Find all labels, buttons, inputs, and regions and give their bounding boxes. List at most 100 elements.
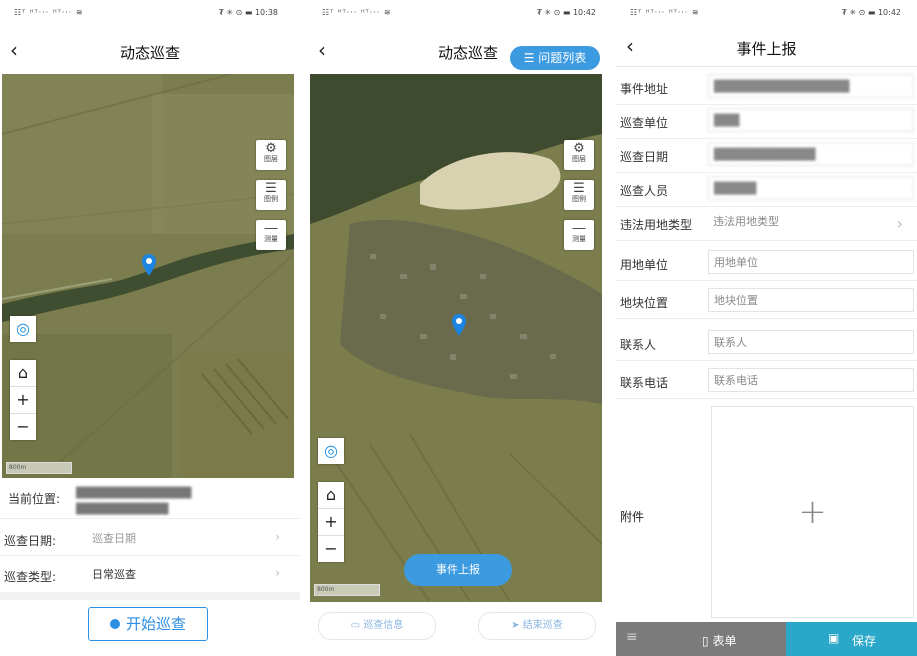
map-imagery <box>2 74 294 478</box>
locate-icon: ◎ <box>16 319 30 338</box>
layer-icon: ⚙ <box>265 141 277 156</box>
field-label: 用地单位 <box>620 258 669 272</box>
layer-icon: ⚙ <box>573 141 585 156</box>
save-label: 保存 <box>852 634 877 648</box>
save-button[interactable]: ▣ 保存 <box>786 622 917 656</box>
clock: 10:42 <box>877 8 901 17</box>
add-icon: + <box>798 492 827 532</box>
layer-tool[interactable]: ⚙ 图层 <box>256 140 286 170</box>
field-input[interactable]: 联系人 <box>708 330 914 354</box>
field-input[interactable]: 地块位置 <box>708 288 914 312</box>
document-icon: ▯ <box>702 634 709 648</box>
land-type-select[interactable]: 违法用地类型 <box>708 210 914 234</box>
form-row: 巡查人员 █████ <box>616 172 917 207</box>
ruler-icon: ― <box>264 221 278 236</box>
event-report-screen: ☷ᵀ ᴴᵀ‧‧‧ ᴴᵀ‧‧‧ ≋ ₮ ✳ ⊙ ▬ 10:42 ‹ 事件上报 事件… <box>616 0 917 656</box>
list-icon: ☰ <box>523 51 535 65</box>
end-patrol-button[interactable]: ➤ 结束巡查 <box>478 612 596 640</box>
form-tab[interactable]: ≡ ▯ 表单 <box>616 622 786 656</box>
page-title: 动态巡查 <box>437 44 498 62</box>
divider <box>0 518 300 519</box>
page-title: 事件上报 <box>736 40 797 58</box>
chevron-right-icon: › <box>275 566 280 580</box>
field-label: 巡查日期 <box>620 150 669 164</box>
signal-icons: ☷ᵀ ᴴᵀ‧‧‧ ᴴᵀ‧‧‧ ≋ <box>14 8 84 17</box>
layer-tool[interactable]: ⚙ 图层 <box>564 140 594 170</box>
field-label: 违法用地类型 <box>620 218 693 232</box>
zoom-controls: ⌂ + − <box>10 360 36 440</box>
location-line-1: ███████████████ <box>76 488 192 499</box>
patrol-screen-running: ☷ᵀ ᴴᵀ‧‧‧ ᴴᵀ‧‧‧ ≋ ₮ ✳ ⊙ ▬ 10:42 ‹ 动态巡查 ☰ … <box>308 0 608 656</box>
form-row: 违法用地类型 违法用地类型 › <box>616 206 917 241</box>
chevron-right-icon: › <box>275 530 280 544</box>
field-input[interactable]: ███ <box>708 108 914 132</box>
status-bar: ☷ᵀ ᴴᵀ‧‧‧ ᴴᵀ‧‧‧ ≋ ₮ ✳ ⊙ ▬ 10:42 <box>616 0 917 26</box>
form-row: 事件地址 ████████████████ <box>616 70 917 105</box>
location-pin-icon <box>142 254 156 276</box>
form-row: 地块位置 地块位置 <box>616 284 917 319</box>
locate-button[interactable]: ◎ <box>10 316 36 342</box>
legend-icon: ☰ <box>573 181 585 196</box>
form-tab-label: ▯ 表单 <box>702 634 737 648</box>
page-title: 动态巡查 <box>119 44 180 62</box>
zoom-out-button[interactable]: − <box>10 414 36 440</box>
field-label: 巡查人员 <box>620 184 669 198</box>
field-input[interactable]: 联系电话 <box>708 368 914 392</box>
legend-tool[interactable]: ☰ 图例 <box>256 180 286 210</box>
top-bar: ‹ 动态巡查 <box>0 28 300 72</box>
location-line-2: ████████████ <box>76 504 169 515</box>
map-imagery <box>310 74 602 602</box>
status-right: ₮ ✳ ⊙ ▬ 10:42 <box>841 8 901 17</box>
date-label: 巡查日期: <box>4 534 57 548</box>
bottom-action-bar: ≡ ▯ 表单 ▣ 保存 <box>616 622 917 656</box>
type-row[interactable]: 巡查类型: 日常巡查 › <box>0 556 300 590</box>
status-right: ₮ ✳ ⊙ ▬ 10:42 <box>536 8 596 17</box>
field-label: 联系电话 <box>620 376 669 390</box>
patrol-screen-start: ☷ᵀ ᴴᵀ‧‧‧ ᴴᵀ‧‧‧ ≋ ₮ ✳ ⊙ ▬ 10:38 ‹ 动态巡查 ⚙ 图… <box>0 0 300 656</box>
signal-icons: ☷ᵀ ᴴᵀ‧‧‧ ᴴᵀ‧‧‧ ≋ <box>322 8 392 17</box>
patrol-info-button[interactable]: ▭ 巡查信息 <box>318 612 436 640</box>
map-scale: 800m <box>314 584 380 596</box>
signal-icons: ☷ᵀ ᴴᵀ‧‧‧ ᴴᵀ‧‧‧ ≋ <box>630 8 700 17</box>
form-row: 巡查单位 ███ <box>616 104 917 139</box>
status-right: ₮ ✳ ⊙ ▬ 10:38 <box>218 8 278 17</box>
legend-tool[interactable]: ☰ 图例 <box>564 180 594 210</box>
locate-button[interactable]: ◎ <box>318 438 344 464</box>
issue-list-button[interactable]: ☰ 问题列表 <box>510 46 600 70</box>
field-label: 联系人 <box>620 338 657 352</box>
zoom-controls: ⌂ + − <box>318 482 344 562</box>
ruler-icon: ― <box>572 221 586 236</box>
field-input[interactable]: 用地单位 <box>708 250 914 274</box>
field-input[interactable]: ████████████████ <box>708 74 914 98</box>
date-row[interactable]: 巡查日期: 巡查日期 › <box>0 520 300 554</box>
home-button[interactable]: ⌂ <box>10 360 36 387</box>
chevron-right-icon: › <box>896 214 903 233</box>
start-patrol-button[interactable]: 开始巡查 <box>88 607 208 641</box>
menu-icon: ≡ <box>626 629 638 645</box>
status-bar: ☷ᵀ ᴴᵀ‧‧‧ ᴴᵀ‧‧‧ ≋ ₮ ✳ ⊙ ▬ 10:42 <box>308 0 608 26</box>
form-row: 巡查日期 ████████████ <box>616 138 917 173</box>
legend-icon: ☰ <box>265 181 277 196</box>
field-input[interactable]: ████████████ <box>708 142 914 166</box>
zoom-in-button[interactable]: + <box>10 387 36 414</box>
satellite-map[interactable]: ⚙ 图层 ☰ 图例 ― 测量 ◎ ⌂ + − 800m 事件上报 <box>310 74 602 602</box>
save-icon: ▣ <box>828 631 840 645</box>
zoom-out-button[interactable]: − <box>318 536 344 562</box>
home-button[interactable]: ⌂ <box>318 482 344 509</box>
type-value: 日常巡查 <box>92 568 136 581</box>
type-label: 巡查类型: <box>4 570 57 584</box>
measure-tool[interactable]: ― 测量 <box>256 220 286 250</box>
field-label: 地块位置 <box>620 296 669 310</box>
attachment-upload-area[interactable]: + <box>711 406 914 618</box>
field-label: 巡查单位 <box>620 116 669 130</box>
field-input[interactable]: █████ <box>708 176 914 200</box>
zoom-in-button[interactable]: + <box>318 509 344 536</box>
map-scale: 800m <box>6 462 72 474</box>
locate-icon: ◎ <box>324 441 338 460</box>
report-event-button[interactable]: 事件上报 <box>404 554 512 586</box>
measure-tool[interactable]: ― 测量 <box>564 220 594 250</box>
form-row: 联系电话 联系电话 <box>616 364 917 399</box>
clock: 10:42 <box>572 8 596 17</box>
satellite-map[interactable]: ⚙ 图层 ☰ 图例 ― 测量 ◎ ⌂ + − 800m <box>2 74 294 478</box>
back-icon[interactable]: ‹ <box>318 38 326 62</box>
